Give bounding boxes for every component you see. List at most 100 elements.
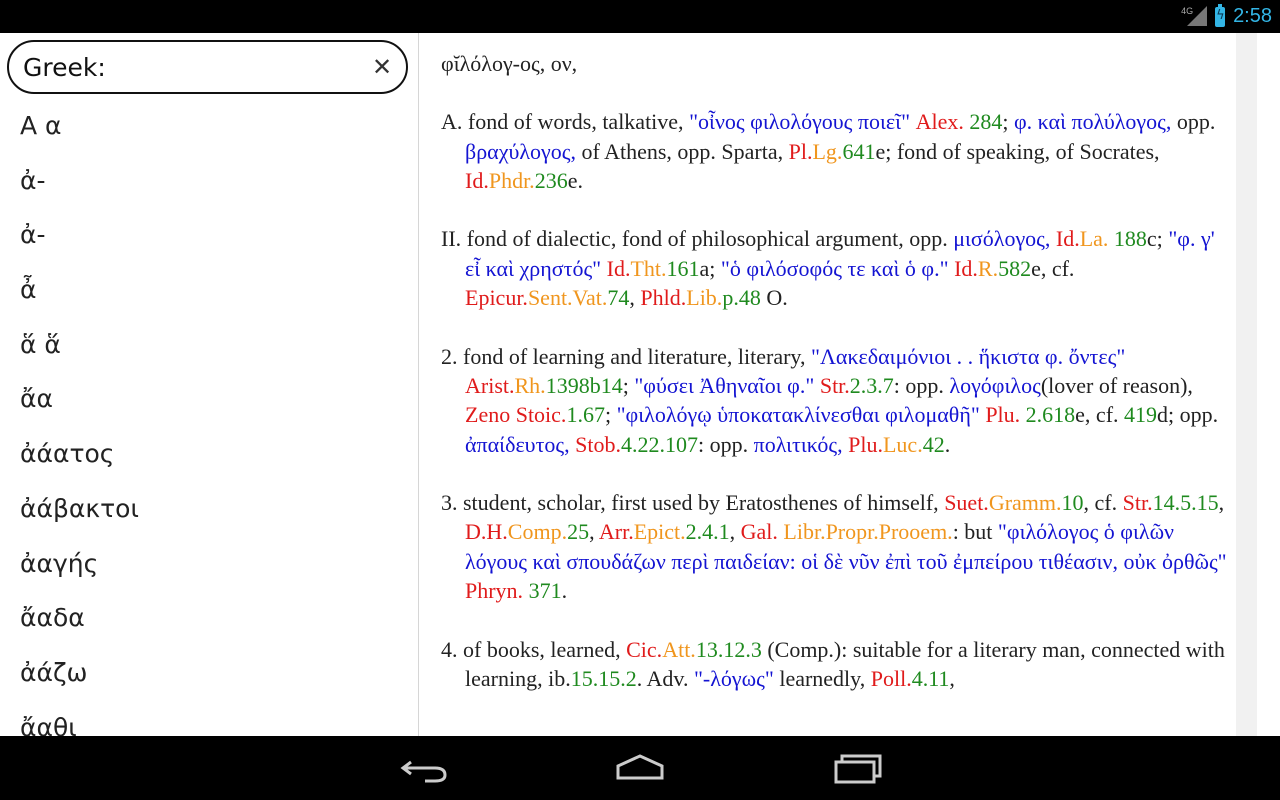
word-list-pane: ✕ Α αἀ-ἀ-ἆἅ ἅἄαἀάατοςἀάβακτοιἀαγήςἄαδαἀά… <box>0 33 419 736</box>
citation-link[interactable]: 15.15.2 <box>571 666 637 691</box>
citation-link[interactable]: 284 <box>969 109 1002 134</box>
citation-link[interactable]: Arist. <box>465 373 515 398</box>
greek-quote: "Λακεδαιμόνιοι . . ἥκιστα φ. ὄντες" <box>810 343 1126 369</box>
sense-text: . <box>561 578 568 604</box>
citation-link[interactable]: Gal. <box>741 519 778 544</box>
citation-link[interactable]: Phld. <box>640 285 686 310</box>
citation-link[interactable]: 1398b14 <box>546 373 623 398</box>
citation-link[interactable]: 419 <box>1124 402 1157 427</box>
citation-link[interactable]: 161 <box>667 256 700 281</box>
list-item[interactable]: ἅ ἅ <box>0 318 418 373</box>
citation-link[interactable]: 1.67 <box>566 402 605 427</box>
citation-link[interactable]: 10 <box>1062 490 1084 515</box>
citation-link[interactable]: 236 <box>535 168 568 193</box>
citation-link[interactable]: La. <box>1080 226 1109 251</box>
citation-link[interactable]: Phryn. <box>465 578 523 603</box>
greek-quote: "οἶνος φιλολόγους ποιεῖ" <box>689 109 911 135</box>
citation-link[interactable]: Arr. <box>599 519 634 544</box>
citation-link[interactable]: Epicur. <box>465 285 528 310</box>
citation-link[interactable]: Libr.Propr.Prooem. <box>783 519 952 544</box>
sense-text: , <box>949 665 955 691</box>
list-item[interactable]: ἄαθι <box>0 701 418 736</box>
citation-link[interactable]: 74 <box>607 285 629 310</box>
sense-text: student, scholar, first used by Eratosth… <box>457 490 945 516</box>
citation-link[interactable]: Id. <box>465 168 489 193</box>
citation-link[interactable]: Plu. <box>985 402 1020 427</box>
sense-label: A. <box>441 109 463 135</box>
citation-link[interactable]: 188 <box>1114 226 1147 251</box>
citation-link[interactable]: Sent.Vat. <box>528 285 607 310</box>
list-item[interactable]: ἀ- <box>0 154 418 209</box>
search-input[interactable] <box>23 50 363 84</box>
citation-link[interactable]: Zeno Stoic. <box>465 402 566 427</box>
greek-quote: λογόφιλος <box>949 372 1041 398</box>
citation-link[interactable]: 42 <box>923 432 945 457</box>
citation-link[interactable]: Plu. <box>848 432 883 457</box>
word-list: Α α ἀ-ἀ-ἆ ἅ ἅ ἄα ἀάατος ἀάβακτοι ἀαγής ἄαδα ἀάζω… <box>0 99 418 736</box>
sense-text: : but <box>952 519 998 545</box>
citation-link[interactable]: Phdr. <box>489 168 535 193</box>
entry-senses: A. fond of words, talkative, "οἶνος φιλο… <box>441 107 1231 693</box>
sense-text: learnedly, <box>773 665 871 691</box>
citation-link[interactable]: Comp. <box>508 519 567 544</box>
citation-link[interactable]: 13.12.3 <box>696 637 762 662</box>
list-item[interactable]: ἀάζω <box>0 646 418 701</box>
sense-text: . <box>944 431 951 457</box>
citation-link[interactable]: 2.3.7 <box>850 373 894 398</box>
citation-link[interactable]: 4.22.107 <box>621 432 698 457</box>
citation-link[interactable]: Epict. <box>634 519 686 544</box>
citation-link[interactable]: Lg. <box>812 139 842 164</box>
list-item[interactable]: ἀάβακτοι <box>0 482 418 537</box>
citation-link[interactable]: Gramm. <box>989 490 1062 515</box>
citation-link[interactable]: 25 <box>567 519 589 544</box>
entry-sense: 3. student, scholar, first used by Erato… <box>441 488 1231 605</box>
citation-link[interactable]: 4.11 <box>912 666 950 691</box>
sense-label: II. <box>441 226 462 252</box>
navigation-bar <box>0 736 1280 800</box>
scrollbar[interactable] <box>1236 33 1257 736</box>
list-item[interactable]: Α α <box>0 99 418 154</box>
entry-sense: 2. fond of learning and literature, lite… <box>441 342 1231 459</box>
citation-link[interactable]: 371 <box>529 578 562 603</box>
list-item[interactable]: ἄαδα <box>0 591 418 646</box>
citation-link[interactable]: Luc. <box>883 432 923 457</box>
citation-link[interactable]: Str. <box>820 373 850 398</box>
citation-link[interactable]: Stob. <box>575 432 621 457</box>
citation-link[interactable]: p.48 <box>722 285 761 310</box>
citation-link[interactable]: Poll. <box>871 666 912 691</box>
clear-icon[interactable]: ✕ <box>368 52 396 82</box>
citation-link[interactable]: Id. <box>954 256 978 281</box>
citation-link[interactable]: Rh. <box>515 373 546 398</box>
citation-link[interactable]: 582 <box>998 256 1031 281</box>
back-icon[interactable] <box>395 748 455 788</box>
citation-link[interactable]: D.H. <box>465 519 508 544</box>
citation-link[interactable]: Lib. <box>686 285 722 310</box>
citation-link[interactable]: 641 <box>842 139 875 164</box>
list-item[interactable]: ἆ <box>0 263 418 318</box>
sense-text: ; <box>604 402 617 428</box>
citation-link[interactable]: Id. <box>607 256 631 281</box>
list-item[interactable]: ἀ- <box>0 208 418 263</box>
citation-link[interactable]: Tht. <box>630 256 666 281</box>
search-box[interactable]: ✕ <box>7 40 408 94</box>
citation-link[interactable]: 2.4.1 <box>686 519 730 544</box>
citation-link[interactable]: 2.618 <box>1026 402 1076 427</box>
citation-link[interactable]: Alex. <box>916 109 964 134</box>
citation-link[interactable]: R. <box>978 256 998 281</box>
greek-quote: φ. καὶ πολύλογος, <box>1013 109 1172 135</box>
app-window: ✕ Α αἀ-ἀ-ἆἅ ἅἄαἀάατοςἀάβακτοιἀαγήςἄαδαἀά… <box>0 33 1280 736</box>
recents-icon[interactable] <box>830 748 890 788</box>
greek-quote: βραχύλογος, <box>465 138 576 164</box>
citation-link[interactable]: Id. <box>1056 226 1080 251</box>
citation-link[interactable]: Cic. <box>626 637 662 662</box>
home-icon[interactable] <box>610 748 670 788</box>
list-item[interactable]: ἀάατος <box>0 427 418 482</box>
sense-text: a; <box>699 255 721 281</box>
citation-link[interactable]: Pl. <box>789 139 813 164</box>
citation-link[interactable]: Suet. <box>944 490 989 515</box>
list-item[interactable]: ἀαγής <box>0 537 418 592</box>
citation-link[interactable]: Att. <box>662 637 696 662</box>
citation-link[interactable]: 14.5.15 <box>1153 490 1219 515</box>
list-item[interactable]: ἄα <box>0 372 418 427</box>
citation-link[interactable]: Str. <box>1123 490 1153 515</box>
